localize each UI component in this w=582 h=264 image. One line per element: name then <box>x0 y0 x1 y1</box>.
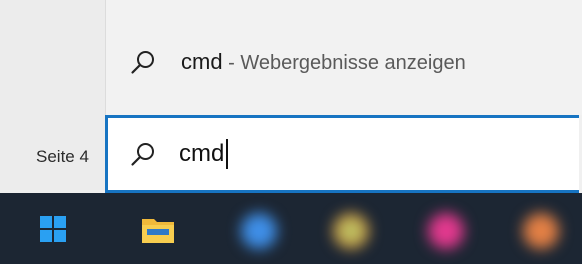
search-box[interactable]: cmd <box>105 115 579 193</box>
taskbar-app-orange-icon[interactable] <box>523 213 559 249</box>
start-windows-icon <box>39 215 66 242</box>
text-cursor <box>226 139 229 169</box>
taskbar <box>0 193 582 264</box>
web-search-suggestion[interactable]: cmd - Webergebnisse anzeigen <box>106 32 582 92</box>
file-explorer-button[interactable] <box>128 193 188 264</box>
taskbar-app-blue-icon[interactable] <box>241 213 277 249</box>
suggestion-text: cmd - Webergebnisse anzeigen <box>181 49 466 75</box>
suggestion-query: cmd <box>181 49 223 74</box>
taskbar-app-chrome-icon[interactable] <box>333 213 369 249</box>
search-input-text: cmd <box>179 140 225 167</box>
search-icon <box>131 143 154 166</box>
search-input[interactable]: cmd <box>179 139 229 169</box>
suggestion-separator: - <box>222 52 241 74</box>
search-suggestions-panel: cmd - Webergebnisse anzeigen <box>105 0 582 115</box>
page-indicator: Seite 4 <box>36 147 89 166</box>
suggestion-description: Webergebnisse anzeigen <box>240 52 466 74</box>
search-icon <box>131 51 154 74</box>
taskbar-app-pink-icon[interactable] <box>428 213 464 249</box>
file-explorer-icon <box>142 218 174 243</box>
start-button[interactable] <box>0 193 105 264</box>
